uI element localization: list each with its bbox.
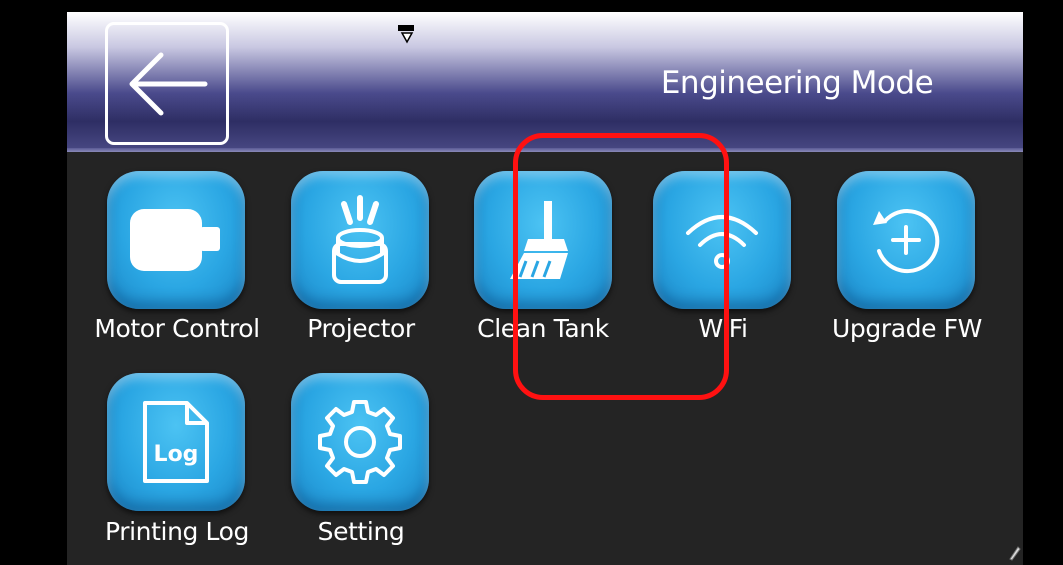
- mouse-cursor-icon: [398, 25, 414, 44]
- screen: Engineering Mode Motor Control Projector…: [67, 12, 1023, 565]
- projector-icon: [332, 195, 388, 284]
- upgrade-fw-label: Upgrade FW: [832, 314, 982, 343]
- projector-label: Projector: [307, 314, 415, 343]
- setting-button[interactable]: [291, 373, 429, 511]
- projector-button[interactable]: [291, 171, 429, 309]
- setting-label: Setting: [317, 517, 405, 546]
- highlight-outline: [513, 133, 729, 400]
- page-title: Engineering Mode: [660, 65, 934, 101]
- motor-control-button[interactable]: [107, 171, 245, 309]
- log-file-icon: Log: [143, 401, 209, 483]
- arrow-left-icon: [129, 52, 208, 115]
- gear-icon: [318, 400, 402, 484]
- motor-icon: [130, 209, 220, 271]
- header-bar: Engineering Mode: [67, 12, 1023, 152]
- printing-log-button[interactable]: Log: [107, 373, 245, 511]
- printing-log-label: Printing Log: [105, 517, 249, 546]
- upgrade-icon: [873, 209, 940, 274]
- svg-text:Log: Log: [154, 442, 199, 467]
- back-button[interactable]: [105, 22, 229, 145]
- stylus-icon: [1009, 546, 1021, 561]
- upgrade-fw-button[interactable]: [837, 171, 975, 309]
- motor-control-label: Motor Control: [94, 314, 260, 343]
